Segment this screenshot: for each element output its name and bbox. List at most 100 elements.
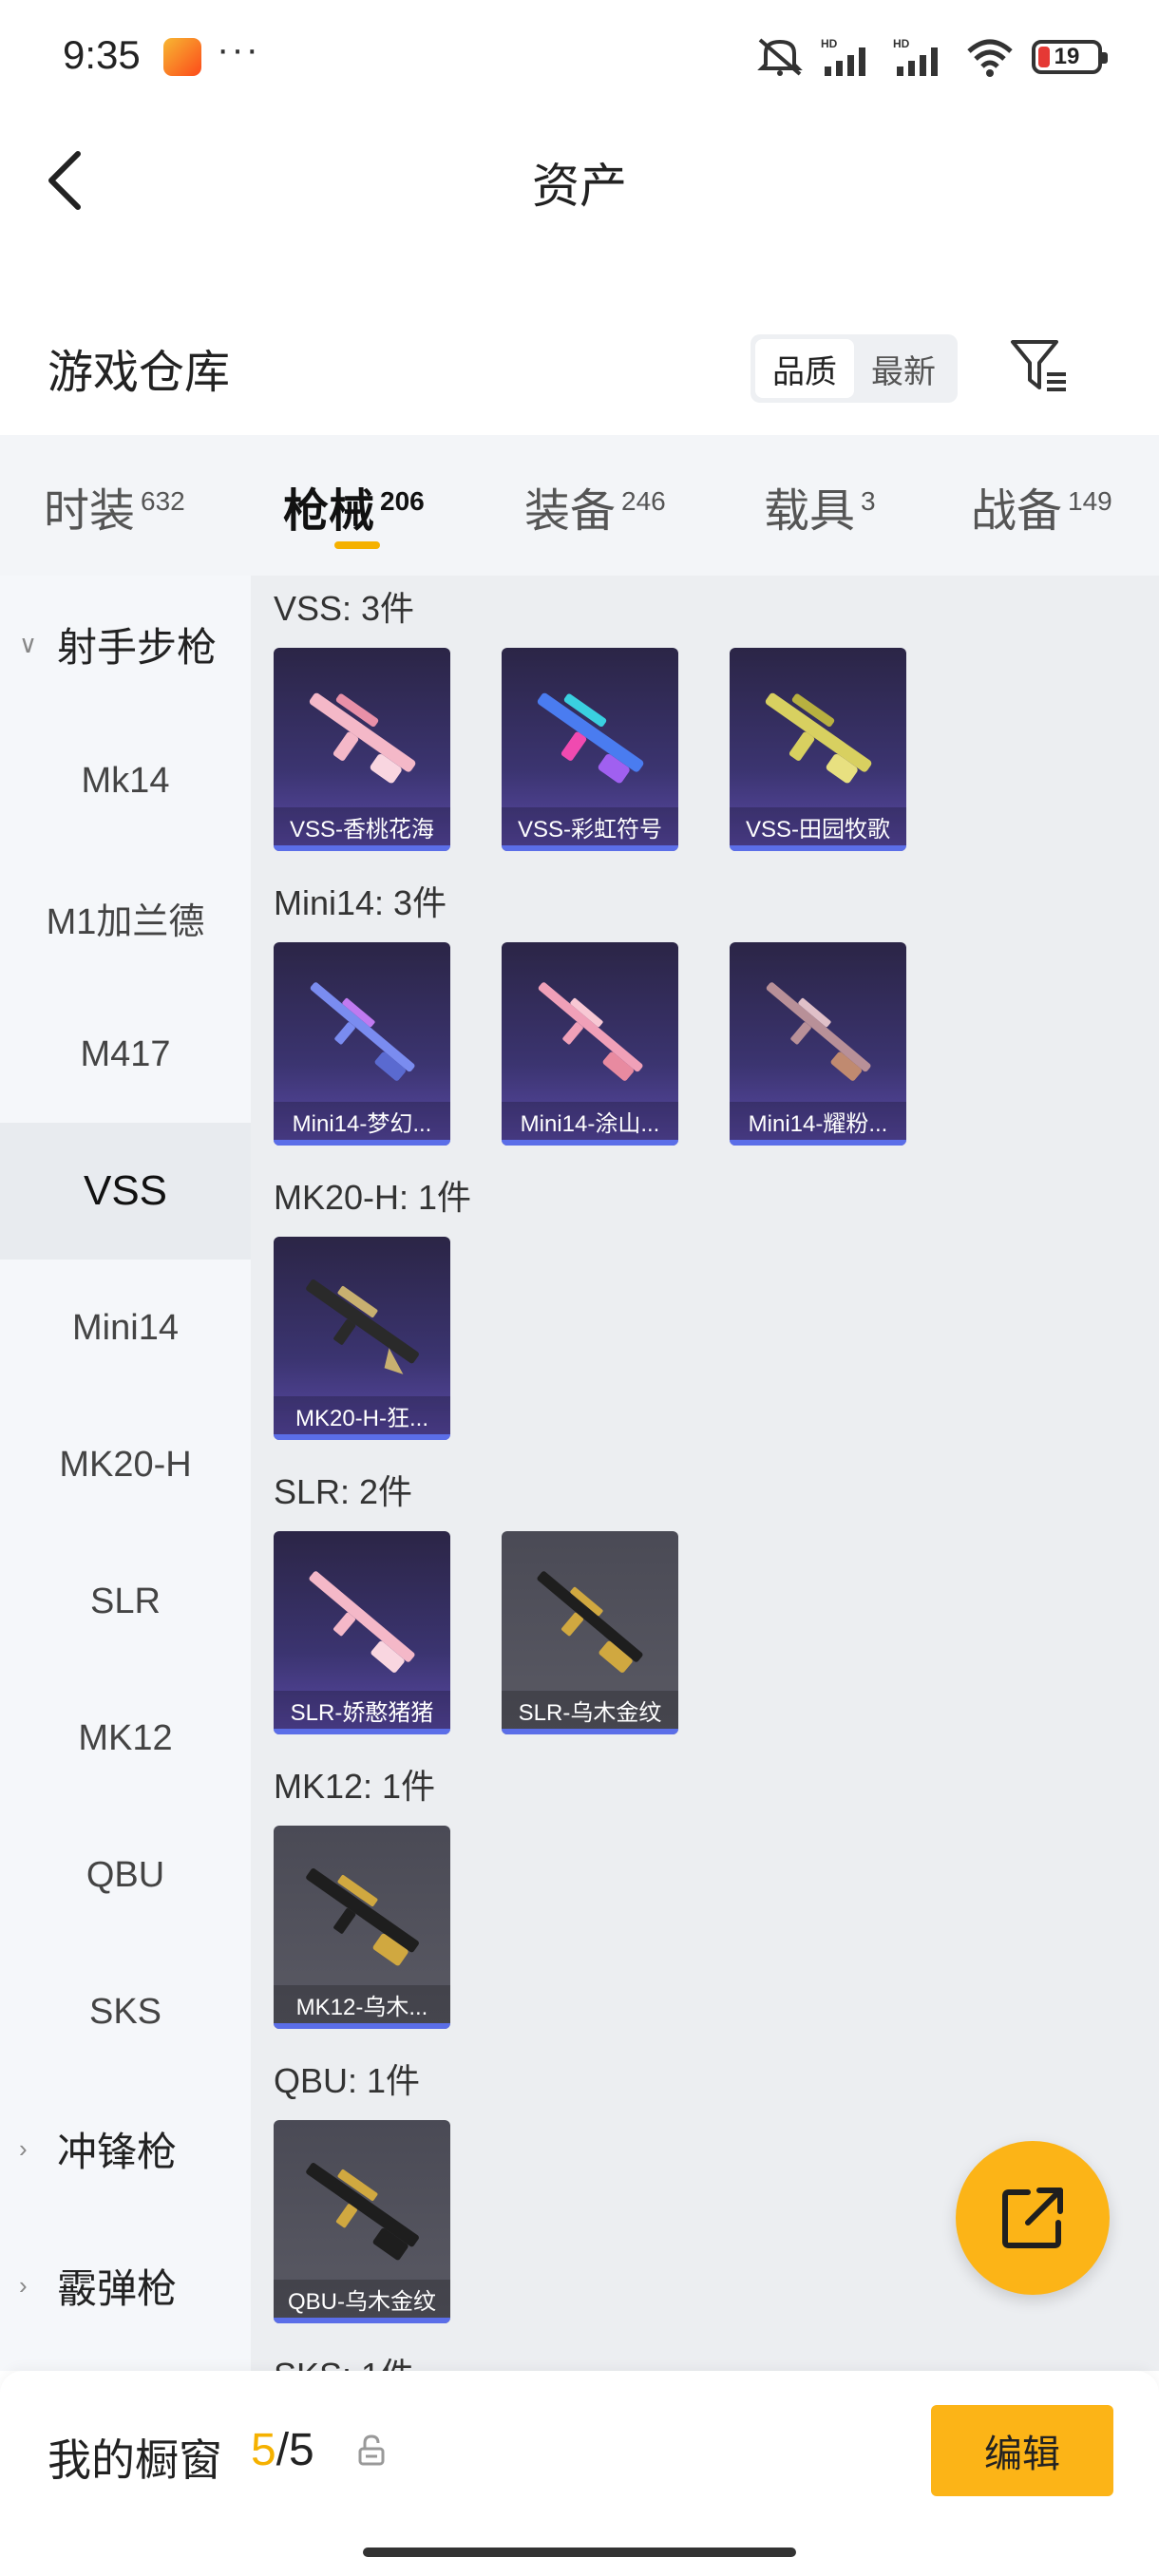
- skin-card[interactable]: VSS-香桃花海: [274, 648, 450, 851]
- tab-combat-supplies[interactable]: 战备 149: [971, 473, 1112, 540]
- rarity-bar: [274, 2023, 450, 2029]
- tab-label: 枪械: [283, 486, 375, 537]
- mute-icon: [757, 38, 803, 76]
- showcase-bar: 我的橱窗 5/5 编辑: [0, 2371, 1159, 2576]
- sidebar-item-mini14[interactable]: Mini14: [0, 1260, 251, 1396]
- battery-level: 19: [1054, 44, 1080, 69]
- skin-card[interactable]: SLR-娇憨猪猪: [274, 1531, 450, 1734]
- tab-count: 149: [1068, 486, 1112, 516]
- tab-fashion[interactable]: 时装 632: [44, 473, 185, 540]
- filter-icon[interactable]: [1009, 336, 1070, 397]
- skin-name: VSS-田园牧歌: [730, 807, 906, 845]
- wifi-icon: [967, 39, 1013, 77]
- rifle-icon: [538, 982, 643, 1081]
- weapon-type-sidebar: ∨ 射手步枪 Mk14 M1加兰德 M417 VSS Mini14 MK20-H …: [0, 576, 251, 2371]
- skin-name: SLR-娇憨猪猪: [274, 1691, 450, 1729]
- sidebar-item-mk12[interactable]: MK12: [0, 1670, 251, 1807]
- lock-icon: [358, 2434, 385, 2466]
- signal-hd-icon-2: HD: [893, 37, 938, 76]
- battery-icon: 19: [1032, 40, 1108, 74]
- tab-firearms[interactable]: 枪械 206: [283, 473, 425, 540]
- skin-card[interactable]: MK12-乌木...: [274, 1826, 450, 2029]
- skin-card[interactable]: Mini14-涂山...: [502, 942, 678, 1146]
- sidebar-item-m1-garand[interactable]: M1加兰德: [0, 849, 251, 986]
- skin-card[interactable]: VSS-田园牧歌: [730, 648, 906, 851]
- page-title: 资产: [532, 160, 627, 213]
- share-icon: [1002, 2188, 1063, 2248]
- tab-count: 246: [621, 486, 666, 516]
- rifle-icon: [766, 982, 871, 1081]
- tab-label: 载具: [764, 486, 856, 537]
- skin-name: VSS-彩虹符号: [502, 807, 678, 845]
- edit-button[interactable]: 编辑: [931, 2405, 1113, 2496]
- skin-name: Mini14-耀粉...: [730, 1102, 906, 1140]
- skin-card[interactable]: MK20-H-狂...: [274, 1237, 450, 1440]
- sidebar-group-label: 射手步枪: [57, 624, 218, 670]
- sidebar-group-shotguns[interactable]: › 霰弹枪: [0, 2217, 251, 2354]
- tab-equipment[interactable]: 装备 246: [524, 473, 666, 540]
- rifle-icon: [306, 2163, 419, 2261]
- share-button[interactable]: [956, 2141, 1110, 2295]
- skin-name: MK12-乌木...: [274, 1985, 450, 2023]
- group-label-slr: SLR: 2件: [274, 1472, 413, 1511]
- rifle-icon: [309, 692, 416, 784]
- tab-label: 战备: [971, 486, 1063, 537]
- skin-name: MK20-H-狂...: [274, 1396, 450, 1434]
- showcase-label: 我的橱窗: [48, 2435, 222, 2485]
- tab-vehicles[interactable]: 载具 3: [764, 473, 876, 540]
- showcase-count-total: 5: [289, 2425, 314, 2475]
- chevron-down-icon: ∨: [19, 629, 38, 658]
- rifle-icon: [537, 692, 644, 784]
- group-label-mk20-h: MK20-H: 1件: [274, 1178, 472, 1217]
- sort-newest-button[interactable]: 最新: [854, 339, 953, 398]
- rifle-icon: [306, 1868, 419, 1966]
- rarity-bar: [274, 845, 450, 851]
- skin-card[interactable]: QBU-乌木金纹: [274, 2120, 450, 2323]
- group-label-vss: VSS: 3件: [274, 589, 415, 628]
- group-label-mini14: Mini14: 3件: [274, 883, 447, 922]
- skin-name: VSS-香桃花海: [274, 807, 450, 845]
- sidebar-group-smg[interactable]: › 冲锋枪: [0, 2080, 251, 2217]
- rifle-icon: [309, 1571, 415, 1673]
- skin-card[interactable]: SLR-乌木金纹: [502, 1531, 678, 1734]
- status-bar: 9:35 ··· HD HD 19: [0, 0, 1159, 114]
- skin-name: SLR-乌木金纹: [502, 1691, 678, 1729]
- svg-text:HD: HD: [893, 37, 910, 50]
- sidebar-item-slr[interactable]: SLR: [0, 1533, 251, 1670]
- skin-name: Mini14-涂山...: [502, 1102, 678, 1140]
- skin-card[interactable]: Mini14-耀粉...: [730, 942, 906, 1146]
- tab-count: 3: [861, 486, 876, 516]
- rarity-bar: [730, 1140, 906, 1146]
- showcase-count-current: 5: [251, 2425, 276, 2475]
- rarity-bar: [274, 1729, 450, 1734]
- app-notification-icon: [163, 38, 201, 76]
- rifle-icon: [765, 692, 872, 784]
- sidebar-group-label: 冲锋枪: [57, 2129, 178, 2174]
- more-notifications-icon: ···: [217, 28, 260, 70]
- active-tab-indicator: [334, 541, 380, 549]
- rarity-bar: [274, 1140, 450, 1146]
- rarity-bar: [274, 1434, 450, 1440]
- home-indicator[interactable]: [363, 2548, 796, 2557]
- sidebar-group-label: 霰弹枪: [57, 2265, 178, 2311]
- rifle-icon: [537, 1571, 643, 1673]
- showcase-count: 5/5: [251, 2424, 314, 2476]
- sidebar-item-sks[interactable]: SKS: [0, 1943, 251, 2080]
- sidebar-item-mk14[interactable]: Mk14: [0, 712, 251, 849]
- sidebar-group-marksman-rifles[interactable]: ∨ 射手步枪: [0, 576, 251, 712]
- sidebar-item-mk20-h[interactable]: MK20-H: [0, 1396, 251, 1533]
- rarity-bar: [730, 845, 906, 851]
- weapon-skin-list: VSS: 3件 VSS-香桃花海 VSS-彩虹符号 VSS-田园牧歌 Mini1…: [251, 576, 1159, 2371]
- skin-card[interactable]: Mini14-梦幻...: [274, 942, 450, 1146]
- sidebar-item-qbu[interactable]: QBU: [0, 1807, 251, 1943]
- section-title: 游戏仓库: [48, 348, 231, 398]
- sidebar-item-vss[interactable]: VSS: [0, 1123, 251, 1260]
- rifle-icon: [306, 1279, 419, 1374]
- category-tabs: 时装 632 枪械 206 装备 246 载具 3 战备 149: [0, 435, 1159, 576]
- tab-count: 206: [380, 486, 425, 516]
- skin-card[interactable]: VSS-彩虹符号: [502, 648, 678, 851]
- sort-quality-button[interactable]: 品质: [755, 339, 854, 398]
- sidebar-item-m417[interactable]: M417: [0, 986, 251, 1123]
- status-time: 9:35: [63, 32, 141, 77]
- skin-name: Mini14-梦幻...: [274, 1102, 450, 1140]
